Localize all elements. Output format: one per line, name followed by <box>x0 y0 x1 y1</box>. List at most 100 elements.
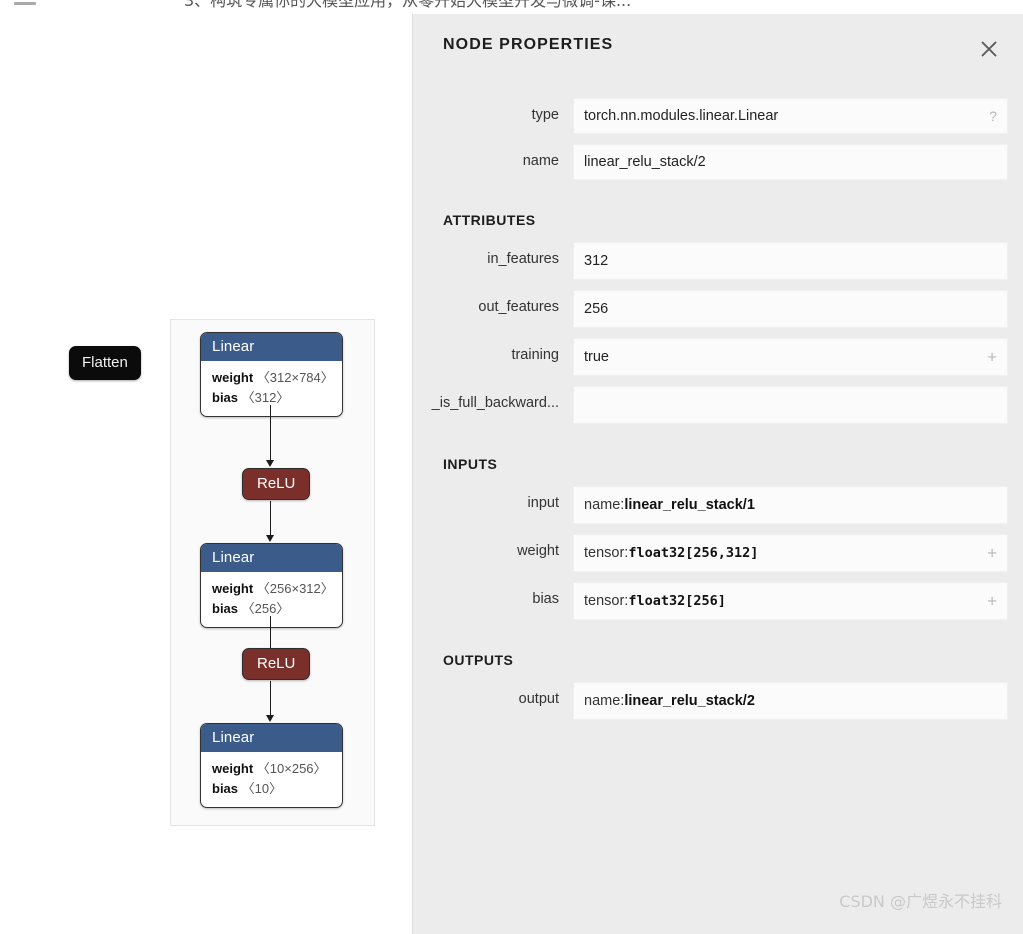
graph-node-linear-3[interactable]: Linear weight 〈10×256〉 bias 〈10〉 <box>200 723 343 809</box>
input-row-weight: weight tensor: float32[256,312] + <box>413 534 1023 572</box>
graph-arrowhead-1 <box>265 460 274 467</box>
watermark: CSDN @广煜永不挂科 <box>839 892 1002 911</box>
section-title-outputs: OUTPUTS <box>443 652 514 668</box>
attributes-list: in_features 312 out_features 256 trainin… <box>413 242 1023 424</box>
linear-3-bias-dim: 〈10〉 <box>241 781 283 797</box>
graph-arrowhead-4 <box>265 715 274 722</box>
top-bar: 3、构筑专属你的大模型应用，从零开始大模型开发与微调-课... <box>0 0 1023 14</box>
help-icon[interactable]: ? <box>989 109 997 123</box>
graph-canvas[interactable]: Flatten Linear weight 〈312×784〉 bias 〈31… <box>0 14 412 934</box>
input-text-bias: float32[256] <box>628 593 726 609</box>
attr-row-is-full-backward: _is_full_backward... <box>413 386 1023 424</box>
input-prefix-bias: tensor: <box>584 593 629 609</box>
expand-plus-icon-bias[interactable]: + <box>987 593 997 610</box>
linear-1-weight-label: weight <box>212 370 254 385</box>
output-value-output[interactable]: name: linear_relu_stack/2 <box>573 682 1008 720</box>
expand-plus-icon-training[interactable]: + <box>987 349 997 366</box>
input-value-weight[interactable]: tensor: float32[256,312] + <box>573 534 1008 572</box>
attr-row-in-features: in_features 312 <box>413 242 1023 280</box>
linear-2-bias-label: bias <box>212 601 239 617</box>
linear-1-title: Linear <box>201 333 342 361</box>
linear-2-bias-dim: 〈256〉 <box>241 601 290 617</box>
attr-text-training: true <box>584 349 609 365</box>
attr-text-out-features: 256 <box>584 301 609 317</box>
field-text-name: linear_relu_stack/2 <box>584 154 706 170</box>
attr-row-out-features: out_features 256 <box>413 290 1023 328</box>
field-row-type: type torch.nn.modules.linear.Linear ? <box>413 98 1023 134</box>
linear-1-bias-dim: 〈312〉 <box>241 390 290 406</box>
attr-label-in-features: in_features <box>487 251 559 267</box>
attr-value-in-features[interactable]: 312 <box>573 242 1008 280</box>
graph-edge-1 <box>269 405 272 461</box>
input-text-input: linear_relu_stack/1 <box>624 497 755 513</box>
relu-2-label: ReLU <box>257 655 296 672</box>
attr-value-out-features[interactable]: 256 <box>573 290 1008 328</box>
output-text-output: linear_relu_stack/2 <box>624 693 755 709</box>
linear-3-weight-dim: 〈10×256〉 <box>256 761 327 776</box>
panel-header: NODE PROPERTIES <box>413 14 1023 76</box>
linear-3-title: Linear <box>201 724 342 752</box>
input-prefix-weight: tensor: <box>584 545 629 561</box>
graph-node-relu-2[interactable]: ReLU <box>242 648 311 680</box>
expand-plus-icon-weight[interactable]: + <box>987 545 997 562</box>
field-text-type: torch.nn.modules.linear.Linear <box>584 108 779 124</box>
field-label-name: name <box>522 153 559 169</box>
linear-2-weight-label: weight <box>212 581 254 596</box>
input-row-input: input name: linear_relu_stack/1 <box>413 486 1023 524</box>
close-icon[interactable] <box>974 34 1004 64</box>
attr-label-is-full-backward: _is_full_backward... <box>431 395 559 411</box>
field-value-type[interactable]: torch.nn.modules.linear.Linear ? <box>573 98 1008 134</box>
input-label-bias: bias <box>532 591 559 607</box>
attr-row-training: training true + <box>413 338 1023 376</box>
flatten-label: Flatten <box>82 354 128 371</box>
linear-2-body: weight 〈256×312〉 bias 〈256〉 <box>201 572 342 627</box>
header-fields: type torch.nn.modules.linear.Linear ? na… <box>413 98 1023 180</box>
attr-text-in-features: 312 <box>584 253 609 269</box>
node-properties-panel: NODE PROPERTIES type torch.nn.modules.li… <box>412 14 1023 934</box>
graph-node-linear-1[interactable]: Linear weight 〈312×784〉 bias 〈312〉 <box>200 332 343 418</box>
graph-arrowhead-2 <box>265 535 274 542</box>
linear-1-bias-label: bias <box>212 390 239 406</box>
section-title-attributes: ATTRIBUTES <box>443 212 536 228</box>
section-title-inputs: INPUTS <box>443 456 498 472</box>
inputs-list: input name: linear_relu_stack/1 weight t… <box>413 486 1023 620</box>
relu-1-label: ReLU <box>257 475 296 492</box>
outputs-list: output name: linear_relu_stack/2 <box>413 682 1023 720</box>
linear-3-weight-label: weight <box>212 761 254 776</box>
input-value-input[interactable]: name: linear_relu_stack/1 <box>573 486 1008 524</box>
input-label-input: input <box>527 495 559 511</box>
output-label-output: output <box>518 691 559 707</box>
attr-value-is-full-backward[interactable] <box>573 386 1008 424</box>
field-label-type: type <box>531 107 559 123</box>
input-text-weight: float32[256,312] <box>628 545 759 561</box>
input-label-weight: weight <box>517 543 559 559</box>
graph-node-flatten[interactable]: Flatten <box>69 346 141 380</box>
linear-3-bias-label: bias <box>212 781 239 797</box>
field-value-name[interactable]: linear_relu_stack/2 <box>573 144 1008 180</box>
graph-edge-2 <box>269 501 272 537</box>
linear-1-weight-dim: 〈312×784〉 <box>256 370 334 385</box>
input-row-bias: bias tensor: float32[256] + <box>413 582 1023 620</box>
linear-2-title: Linear <box>201 544 342 572</box>
linear-1-body: weight 〈312×784〉 bias 〈312〉 <box>201 361 342 416</box>
field-row-name: name linear_relu_stack/2 <box>413 144 1023 180</box>
clipped-page-title: 3、构筑专属你的大模型应用，从零开始大模型开发与微调-课... <box>184 0 632 10</box>
graph-edge-4 <box>269 681 272 717</box>
linear-3-body: weight 〈10×256〉 bias 〈10〉 <box>201 752 342 807</box>
input-prefix-input: name: <box>584 497 625 513</box>
output-row-output: output name: linear_relu_stack/2 <box>413 682 1023 720</box>
graph-edge-3 <box>269 616 272 652</box>
graph-node-linear-2[interactable]: Linear weight 〈256×312〉 bias 〈256〉 <box>200 543 343 629</box>
attr-label-training: training <box>511 347 559 363</box>
output-prefix-output: name: <box>584 693 625 709</box>
hamburger-icon[interactable] <box>14 2 36 5</box>
input-value-bias[interactable]: tensor: float32[256] + <box>573 582 1008 620</box>
graph-node-relu-1[interactable]: ReLU <box>242 468 311 500</box>
panel-title: NODE PROPERTIES <box>443 36 614 53</box>
attr-value-training[interactable]: true + <box>573 338 1008 376</box>
linear-2-weight-dim: 〈256×312〉 <box>256 581 334 596</box>
attr-label-out-features: out_features <box>478 299 559 315</box>
